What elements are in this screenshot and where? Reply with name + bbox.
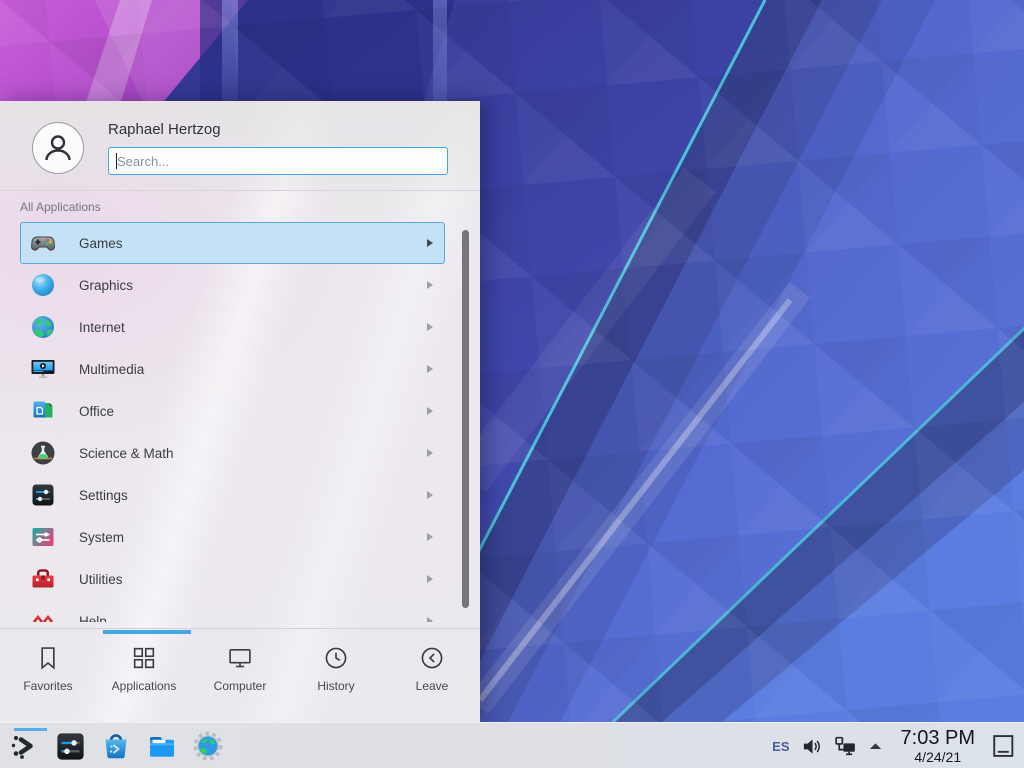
menu-item-label: Graphics [79, 278, 133, 293]
digital-clock[interactable]: 7:03 PM 4/24/21 [901, 728, 975, 764]
launcher-tab-bar: Favorites Applications Computer [0, 628, 480, 722]
globe-gear-icon [192, 730, 224, 762]
submenu-arrow-icon [427, 575, 433, 583]
menu-item-help[interactable]: Help [20, 600, 445, 622]
monitor-play-icon [30, 356, 56, 382]
menu-item-games[interactable]: Games [20, 222, 445, 264]
tab-history[interactable]: History [288, 629, 384, 722]
application-category-list: Games Graphics [0, 222, 480, 622]
sliders-color-icon [30, 524, 56, 550]
leave-circle-icon [418, 644, 446, 672]
menu-item-label: Office [79, 404, 114, 419]
flask-icon [30, 440, 56, 466]
menu-item-label: Settings [79, 488, 128, 503]
sliders-dark-icon [30, 482, 56, 508]
documents-icon [30, 398, 56, 424]
submenu-arrow-icon [427, 407, 433, 415]
file-manager-button[interactable] [144, 728, 180, 764]
menu-item-science-math[interactable]: Science & Math [20, 432, 445, 474]
submenu-arrow-icon [427, 281, 433, 289]
system-tray: ES [772, 723, 1024, 768]
discover-button[interactable] [98, 728, 134, 764]
software-bag-icon [100, 730, 132, 762]
lifebuoy-icon [30, 608, 56, 622]
tab-favorites[interactable]: Favorites [0, 629, 96, 722]
active-tab-indicator [103, 630, 191, 634]
menu-item-graphics[interactable]: Graphics [20, 264, 445, 306]
gamepad-icon [30, 230, 56, 256]
expand-tray-caret-icon[interactable] [867, 738, 884, 755]
user-avatar-icon[interactable] [32, 122, 84, 174]
submenu-arrow-icon [427, 491, 433, 499]
sphere-icon [30, 272, 56, 298]
application-launcher-button[interactable] [6, 728, 42, 764]
taskbar-panel: ES [0, 722, 1024, 768]
toolbox-icon [30, 566, 56, 592]
menu-item-label: Utilities [79, 572, 123, 587]
user-name: Raphael Hertzog [108, 121, 221, 138]
tab-label: History [317, 679, 354, 693]
tab-applications[interactable]: Applications [96, 629, 192, 722]
clock-icon [322, 644, 350, 672]
menu-item-label: Games [79, 236, 123, 251]
menu-item-label: System [79, 530, 124, 545]
menu-item-settings[interactable]: Settings [20, 474, 445, 516]
active-task-indicator [14, 728, 47, 731]
menu-item-utilities[interactable]: Utilities [20, 558, 445, 600]
menu-item-label: Science & Math [79, 446, 174, 461]
globe-icon [30, 314, 56, 340]
desktop: Raphael Hertzog All Applications Games [0, 0, 1024, 768]
submenu-arrow-icon [427, 533, 433, 541]
menu-item-internet[interactable]: Internet [20, 306, 445, 348]
application-launcher-menu: Raphael Hertzog All Applications Games [0, 101, 480, 722]
tab-leave[interactable]: Leave [384, 629, 480, 722]
menu-item-office[interactable]: Office [20, 390, 445, 432]
settings-app-icon [55, 731, 86, 762]
launcher-header: Raphael Hertzog [0, 101, 480, 191]
clock-date: 4/24/21 [914, 750, 961, 764]
text-caret [116, 153, 117, 169]
tab-label: Applications [112, 679, 177, 693]
tab-label: Favorites [23, 679, 72, 693]
wired-network-icon[interactable] [833, 734, 858, 759]
clock-time: 7:03 PM [901, 728, 975, 748]
computer-icon [226, 644, 254, 672]
menu-item-label: Multimedia [79, 362, 144, 377]
menu-item-multimedia[interactable]: Multimedia [20, 348, 445, 390]
web-browser-button[interactable] [190, 728, 226, 764]
tab-label: Computer [214, 679, 267, 693]
scrollbar[interactable] [462, 230, 469, 608]
search-input[interactable] [108, 147, 448, 175]
menu-item-label: Internet [79, 320, 125, 335]
tab-label: Leave [416, 679, 449, 693]
tab-computer[interactable]: Computer [192, 629, 288, 722]
grid-icon [130, 644, 158, 672]
submenu-arrow-icon [427, 365, 433, 373]
submenu-arrow-icon [427, 617, 433, 623]
system-settings-button[interactable] [52, 728, 88, 764]
bookmark-icon [34, 644, 62, 672]
show-desktop-button[interactable] [989, 732, 1017, 760]
volume-icon[interactable] [801, 735, 824, 758]
menu-item-label: Help [79, 614, 107, 623]
taskbar-launchers [6, 723, 226, 768]
submenu-arrow-icon [427, 449, 433, 457]
folder-icon [146, 730, 178, 762]
submenu-arrow-icon [427, 323, 433, 331]
kde-kicker-icon [8, 730, 40, 762]
show-desktop-icon [989, 732, 1017, 760]
menu-item-system[interactable]: System [20, 516, 445, 558]
keyboard-layout-indicator[interactable]: ES [772, 739, 789, 754]
section-header: All Applications [20, 200, 101, 214]
submenu-arrow-icon [427, 239, 433, 247]
